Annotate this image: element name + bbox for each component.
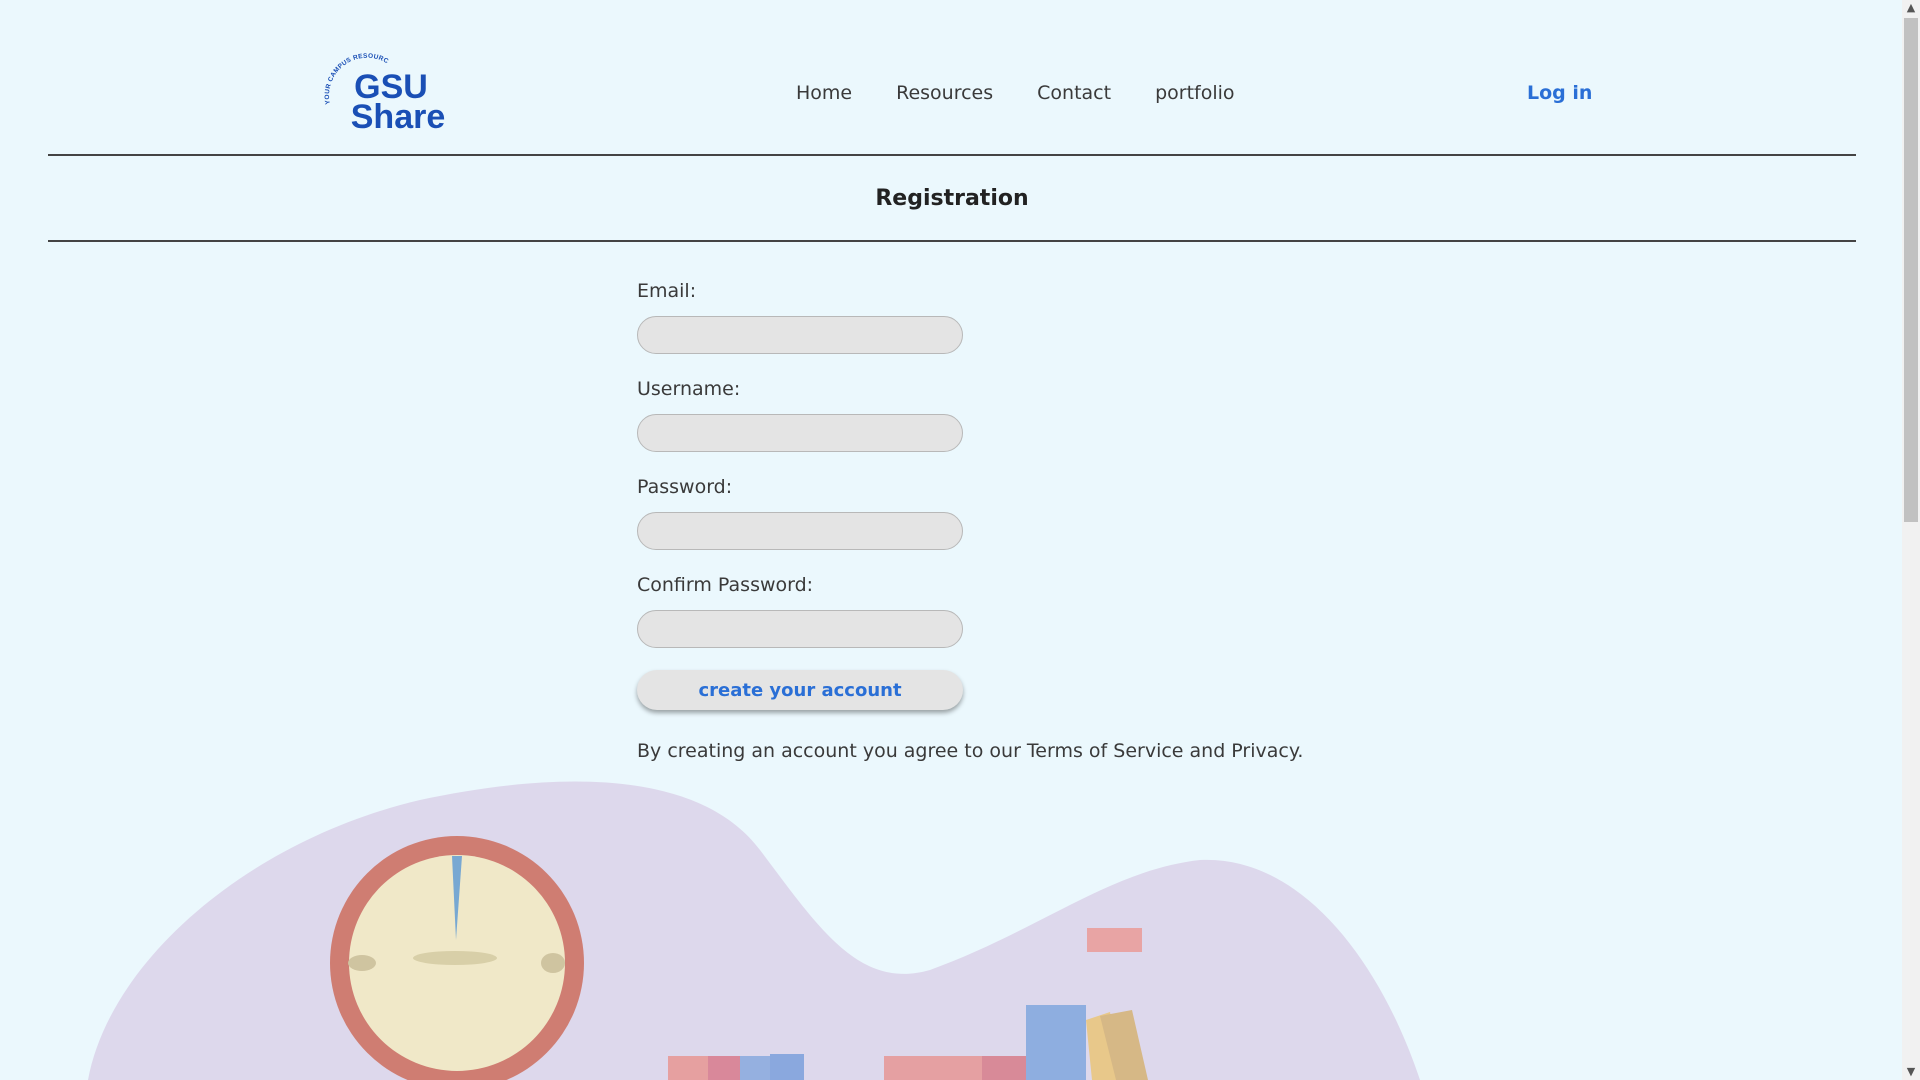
- background-blob: [88, 781, 1420, 1080]
- site-header: YOUR CAMPUS RESOURCE SOLUTION GSU Share …: [48, 0, 1856, 156]
- chevron-up-icon[interactable]: ▲: [1902, 0, 1920, 16]
- password-field[interactable]: [637, 512, 963, 550]
- page-title: Registration: [875, 185, 1029, 211]
- nav-link-resources[interactable]: Resources: [896, 82, 993, 104]
- nav-link-contact[interactable]: Contact: [1037, 82, 1111, 104]
- username-label: Username:: [637, 378, 741, 400]
- logo-text-share: Share: [351, 98, 446, 136]
- username-field[interactable]: [637, 414, 963, 452]
- page-scrollbar[interactable]: ▲ ▼: [1902, 0, 1920, 1080]
- nav-link-portfolio[interactable]: portfolio: [1155, 82, 1234, 104]
- password-label: Password:: [637, 476, 733, 498]
- illustration-graphic: [88, 781, 1420, 1080]
- email-field[interactable]: [637, 316, 963, 354]
- confirm-password-label: Confirm Password:: [637, 574, 814, 596]
- decorative-illustration: [0, 760, 1920, 1080]
- gsu-share-logo[interactable]: YOUR CAMPUS RESOURCE SOLUTION GSU Share: [315, 43, 448, 144]
- registration-page: YOUR CAMPUS RESOURCE SOLUTION GSU Share …: [0, 0, 1920, 1080]
- terms-text: By creating an account you agree to our …: [637, 740, 1304, 762]
- main-nav: Home Resources Contact portfolio: [796, 82, 1235, 104]
- title-bar: Registration: [48, 156, 1856, 242]
- login-link[interactable]: Log in: [1527, 82, 1592, 104]
- chevron-down-icon[interactable]: ▼: [1902, 1064, 1920, 1080]
- create-account-button[interactable]: create your account: [637, 670, 963, 710]
- clock-icon: [330, 836, 584, 1080]
- scrollbar-thumb[interactable]: [1904, 18, 1918, 522]
- confirm-password-field[interactable]: [637, 610, 963, 648]
- logo-graphic: YOUR CAMPUS RESOURCE SOLUTION GSU Share: [315, 43, 446, 136]
- registration-form: Email: Username: Password: Confirm Passw…: [637, 278, 1337, 762]
- email-label: Email:: [637, 280, 697, 302]
- nav-link-home[interactable]: Home: [796, 82, 852, 104]
